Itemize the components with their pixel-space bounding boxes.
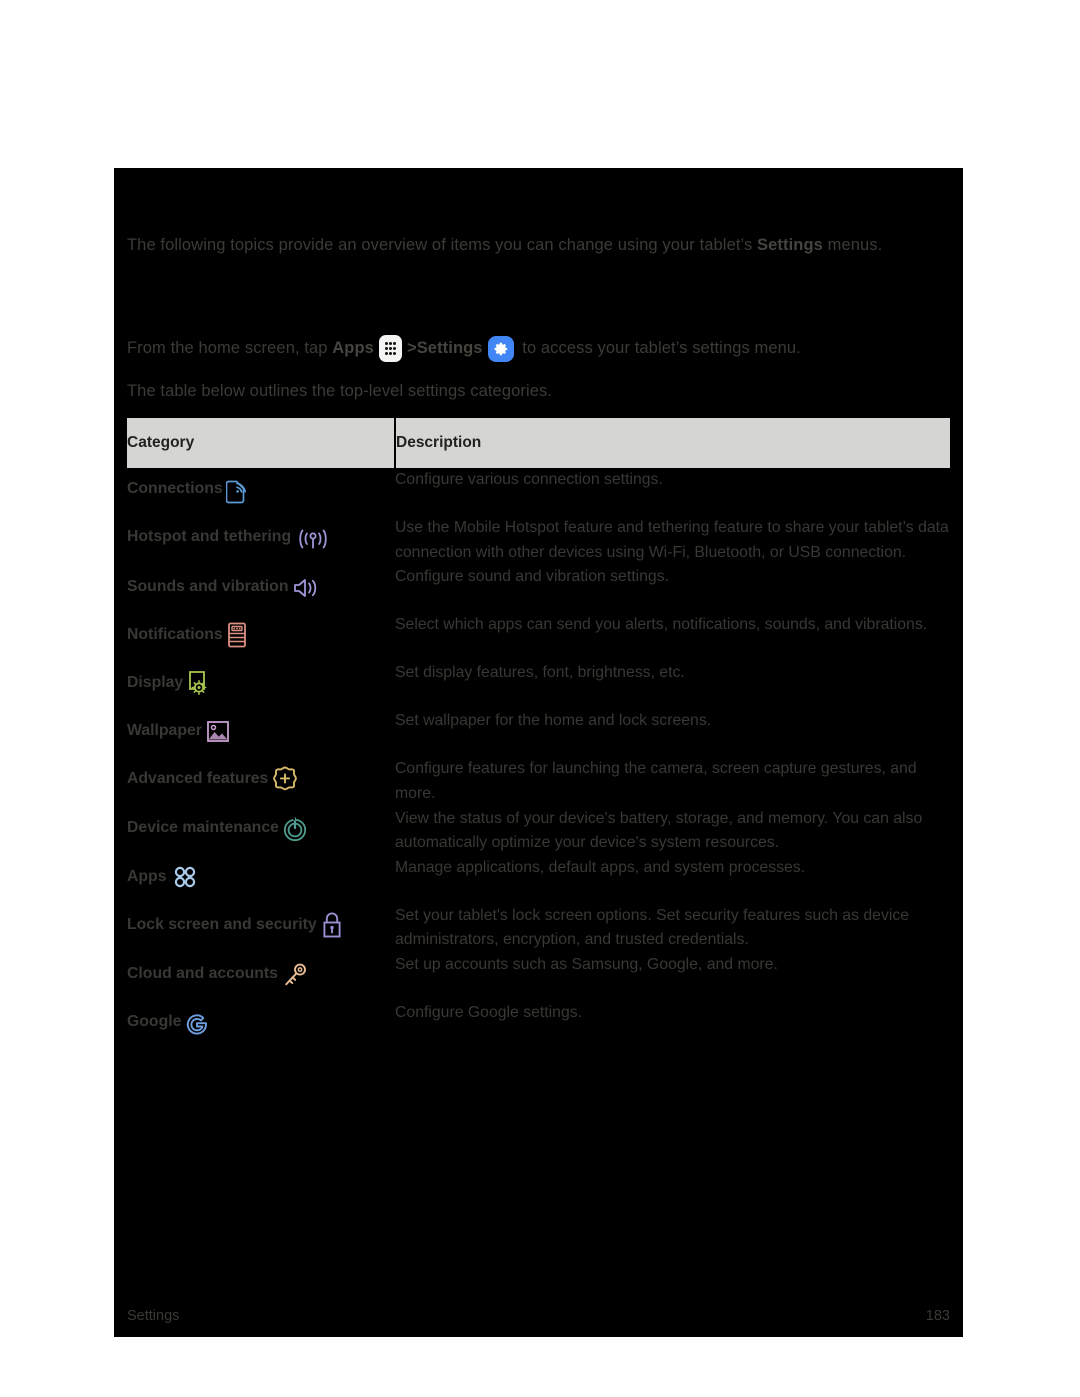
category-cell: Sounds and vibration: [127, 565, 395, 613]
category-label: Connections: [127, 480, 223, 498]
category-label: Apps: [127, 868, 167, 886]
category-label: Wallpaper: [127, 721, 202, 739]
notifications-icon: [226, 621, 248, 649]
description-cell: View the status of your device's battery…: [395, 807, 950, 856]
description-cell: Use the Mobile Hotspot feature and tethe…: [395, 516, 950, 565]
category-cell: Cloud and accounts: [127, 953, 395, 1001]
settings-label: Settings: [416, 338, 483, 357]
category-cell: Apps: [127, 856, 395, 904]
table-row: Lock screen and security Set your tablet…: [127, 904, 950, 953]
category-label: Device maintenance: [127, 818, 279, 836]
apps-label: Apps: [332, 338, 374, 357]
table-header-row: Category Description: [127, 418, 950, 468]
table-row: Notifications Select which apps can send…: [127, 613, 950, 661]
apps-dots-icon: [170, 862, 200, 892]
category-label: Hotspot and tethering: [127, 528, 292, 546]
table-body: Connections Configure various connection…: [127, 468, 950, 1049]
description-text: Use the Mobile Hotspot feature and tethe…: [395, 519, 949, 561]
description-text: Configure features for launching the cam…: [395, 760, 917, 802]
table-row: Device maintenance View the status of yo…: [127, 807, 950, 856]
description-text: Set up accounts such as Samsung, Google,…: [395, 956, 778, 974]
description-text: Select which apps can send you alerts, n…: [395, 616, 928, 634]
connections-icon: [225, 478, 248, 504]
table-row: Display Set display features, font, brig…: [127, 661, 950, 709]
description-cell: Configure sound and vibration settings.: [395, 565, 950, 613]
column-header-category: Category: [127, 418, 396, 468]
intro-paragraph-1: The following topics provide an overview…: [127, 234, 950, 258]
table-row: Hotspot and tethering Use the Mobile Hot…: [127, 516, 950, 565]
category-cell: Google: [127, 1001, 395, 1049]
description-cell: Set display features, font, brightness, …: [395, 661, 950, 709]
category-cell: Wallpaper: [127, 709, 395, 757]
category-label: Display: [127, 673, 184, 691]
category-label: Cloud and accounts: [127, 965, 278, 983]
category-label: Advanced features: [127, 769, 269, 787]
table-header: Category Description: [127, 418, 950, 468]
column-header-description: Description: [395, 418, 950, 468]
display-icon: [186, 669, 212, 697]
description-cell: Set up accounts such as Samsung, Google,…: [395, 953, 950, 1001]
footer-page-number: 183: [925, 1308, 950, 1324]
description-cell: Set wallpaper for the home and lock scre…: [395, 709, 950, 757]
intro-text-2b: to access your tablet’s settings menu.: [517, 338, 801, 357]
category-cell: Device maintenance: [127, 807, 395, 856]
description-text: View the status of your device's battery…: [395, 809, 923, 852]
category-label: Google: [127, 1013, 182, 1031]
category-cell: Display: [127, 661, 395, 709]
intro-paragraph-3: The table below outlines the top-level s…: [127, 380, 950, 404]
speaker-icon: [292, 575, 320, 601]
table-row: Cloud and accounts Set up accounts such …: [127, 953, 950, 1001]
gear-icon[interactable]: [487, 335, 514, 362]
intro-separator: >: [406, 338, 417, 357]
apps-icon[interactable]: [378, 335, 402, 362]
table-row: Apps Manage applications, default apps, …: [127, 856, 950, 904]
key-icon: [281, 961, 309, 989]
category-label: Notifications: [127, 625, 223, 643]
intro-text-2a: From the home screen, tap: [127, 338, 333, 357]
category-cell: Notifications: [127, 613, 395, 661]
page-footer: Settings 183: [127, 1308, 950, 1324]
table-row: Advanced features Configure features for…: [127, 757, 950, 806]
category-cell: Hotspot and tethering: [127, 516, 395, 565]
category-cell: Advanced features: [127, 757, 395, 806]
description-text: Set display features, font, brightness, …: [395, 664, 685, 682]
advanced-features-icon: [271, 765, 299, 793]
description-cell: Manage applications, default apps, and s…: [395, 856, 950, 904]
device-maintenance-icon: [282, 816, 308, 843]
intro-text-1a: The following topics provide an overview…: [127, 236, 758, 254]
category-label: Sounds and vibration: [127, 577, 289, 595]
description-text: Configure sound and vibration settings.: [395, 568, 669, 586]
document-canvas: The following topics provide an overview…: [114, 168, 963, 1337]
description-text: Configure various connection settings.: [395, 471, 663, 488]
description-text: Configure Google settings.: [395, 1004, 583, 1022]
description-text: Set your tablet's lock screen options. S…: [395, 906, 910, 949]
category-label: Lock screen and security: [127, 916, 317, 934]
description-cell: Configure features for launching the cam…: [395, 757, 950, 806]
category-cell: Lock screen and security: [127, 904, 395, 953]
table-row: Sounds and vibration Configure sound and…: [127, 565, 950, 613]
footer-section-label: Settings: [127, 1308, 180, 1324]
intro-paragraph-2: From the home screen, tap Apps > Setting…: [127, 335, 950, 362]
intro-settings-bold: Settings: [757, 236, 823, 254]
category-cell: Connections: [127, 468, 395, 516]
intro-text-3: The table below outlines the top-level s…: [127, 382, 553, 400]
wallpaper-icon: [205, 719, 231, 745]
description-text: Set wallpaper for the home and lock scre…: [395, 712, 712, 730]
description-text: Manage applications, default apps, and s…: [395, 858, 806, 876]
table-row: Wallpaper Set wallpaper for the home and…: [127, 709, 950, 757]
description-cell: Configure various connection settings.: [395, 468, 950, 516]
intro-text-1b: menus.: [822, 236, 883, 254]
table-row: Connections Configure various connection…: [127, 468, 950, 516]
lock-icon: [320, 910, 344, 940]
description-cell: Configure Google settings.: [395, 1001, 950, 1049]
hotspot-icon: [294, 526, 332, 552]
google-g-icon: [184, 1011, 210, 1037]
settings-categories-table: Category Description Connections Configu…: [127, 418, 950, 1049]
table-row: Google Configure Google settings.: [127, 1001, 950, 1049]
description-cell: Set your tablet's lock screen options. S…: [395, 904, 950, 953]
page-root: The following topics provide an overview…: [0, 0, 1080, 1397]
description-cell: Select which apps can send you alerts, n…: [395, 613, 950, 661]
